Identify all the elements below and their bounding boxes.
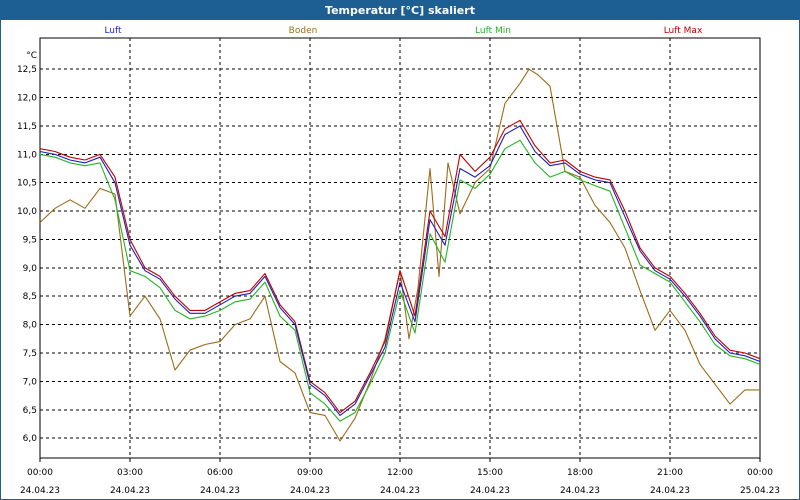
y-unit-label: °C (26, 51, 37, 61)
legend-item-luft-min: Luft Min (475, 26, 511, 36)
x-tick-date: 24.04.23 (380, 486, 420, 496)
x-tick-time: 00:00 (747, 468, 773, 478)
legend-item-boden: Boden (289, 26, 318, 36)
x-tick-date: 24.04.23 (470, 486, 510, 496)
y-tick-label: 6,0 (23, 434, 38, 444)
y-tick-label: 8,5 (23, 292, 37, 302)
x-tick-time: 18:00 (567, 468, 593, 478)
y-tick-label: 12,0 (17, 94, 37, 104)
x-tick-date: 24.04.23 (560, 486, 600, 496)
x-tick-date: 24.04.23 (650, 486, 690, 496)
x-tick-labels: 00:00 24.04.23 03:00 24.04.23 06:00 24.04.23 0… (20, 468, 780, 496)
y-tick-label: 11,5 (17, 122, 37, 132)
grid (39, 38, 761, 458)
x-tick-date: 24.04.23 (200, 486, 240, 496)
x-tick-time: 15:00 (477, 468, 503, 478)
y-tick-labels: 6,0 6,5 7,0 7,5 8,0 8,5 9,0 9,5 10,0 10,5 11,0 11,5… (17, 51, 37, 444)
x-tick-date: 25.04.23 (740, 486, 780, 496)
x-tick-date: 24.04.23 (110, 486, 150, 496)
y-tick-label: 11,0 (17, 150, 37, 160)
x-tick-time: 09:00 (297, 468, 323, 478)
legend: Luft Boden Luft Min Luft Max (104, 26, 703, 36)
legend-item-luft: Luft (104, 26, 122, 36)
x-tick-time: 03:00 (117, 468, 143, 478)
y-tick-label: 9,0 (23, 264, 38, 274)
y-tick-label: 8,0 (23, 321, 38, 331)
y-tick-label: 7,0 (23, 377, 38, 387)
x-tick-time: 00:00 (27, 468, 53, 478)
temperature-chart: 6,0 6,5 7,0 7,5 8,0 8,5 9,0 9,5 10,0 10,5 11,0 11,5… (17, 26, 780, 496)
y-tick-label: 7,5 (23, 349, 37, 359)
x-tick-time: 12:00 (387, 468, 413, 478)
legend-item-luft-max: Luft Max (664, 26, 703, 36)
y-tick-label: 9,5 (23, 235, 37, 245)
x-tick-date: 24.04.23 (20, 486, 60, 496)
x-tick-date: 24.04.23 (290, 486, 330, 496)
y-tick-label: 10,0 (17, 207, 37, 217)
y-tick-label: 12,5 (17, 65, 37, 75)
x-tick-time: 06:00 (207, 468, 233, 478)
x-tick-time: 21:00 (657, 468, 683, 478)
y-tick-label: 10,5 (17, 179, 37, 189)
y-tick-label: 6,5 (23, 406, 37, 416)
